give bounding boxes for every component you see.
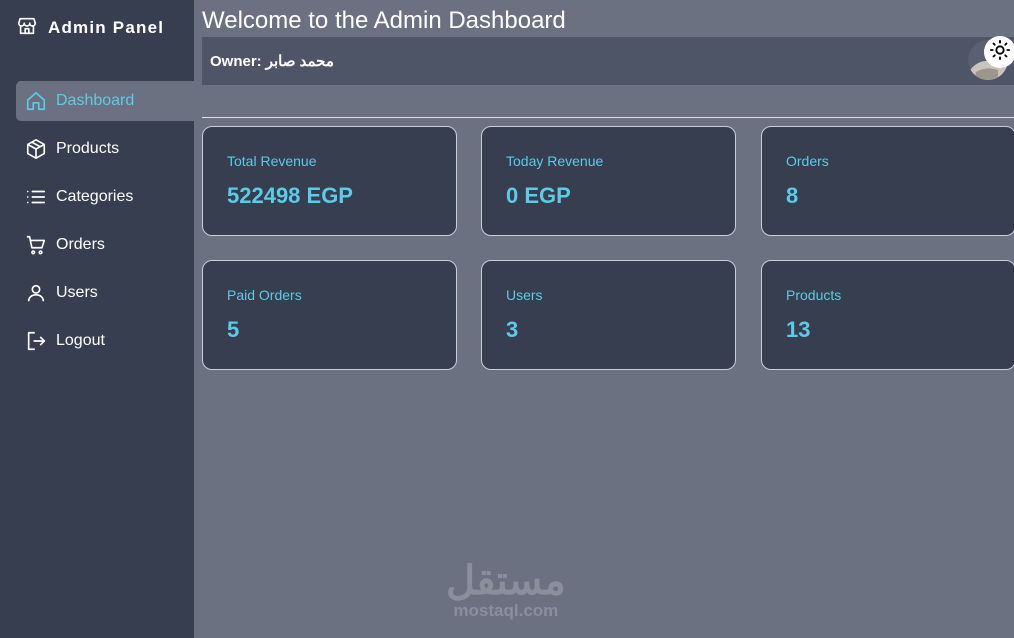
theme-toggle-button[interactable]	[984, 36, 1014, 68]
sidebar-item-label: Categories	[56, 188, 134, 205]
stat-label: Products	[786, 287, 842, 303]
store-icon	[16, 15, 48, 42]
home-icon	[24, 89, 48, 113]
stat-card-orders: Orders 8	[761, 126, 1014, 236]
sidebar-item-logout[interactable]: Logout	[16, 321, 194, 361]
sidebar-item-users[interactable]: Users	[16, 273, 194, 313]
stat-card-users: Users 3	[481, 260, 736, 370]
stat-value: 522498 EGP	[227, 183, 353, 208]
box-icon	[24, 137, 48, 161]
user-icon	[24, 281, 48, 305]
watermark-latin: mostaql.com	[453, 601, 559, 620]
brand: Admin Panel	[16, 15, 164, 41]
stat-value: 5	[227, 317, 240, 342]
sidebar: Admin Panel Dashboard Products Categorie…	[0, 0, 194, 638]
header-divider	[202, 117, 1014, 118]
owner-label: Owner:	[210, 52, 262, 70]
sidebar-item-products[interactable]: Products	[16, 129, 194, 169]
owner-bar: Owner: محمد صابر	[202, 37, 1014, 85]
stat-label: Orders	[786, 153, 829, 169]
page-title: Welcome to the Admin Dashboard	[202, 7, 566, 34]
sun-icon	[989, 39, 1011, 66]
sidebar-item-categories[interactable]: Categories	[16, 177, 194, 217]
sidebar-item-label: Users	[56, 284, 98, 301]
sidebar-item-label: Orders	[56, 236, 105, 253]
stat-card-products: Products 13	[761, 260, 1014, 370]
watermark-arabic: مستقل	[446, 559, 566, 603]
stat-value: 3	[506, 317, 519, 342]
logout-icon	[24, 329, 48, 353]
sidebar-nav: Dashboard Products Categories Orders Use…	[16, 81, 194, 369]
stat-label: Paid Orders	[227, 287, 302, 303]
stat-value: 8	[786, 183, 799, 208]
sidebar-item-label: Products	[56, 140, 120, 157]
brand-title: Admin Panel	[48, 18, 165, 37]
stat-label: Total Revenue	[227, 153, 317, 169]
watermark: مستقل mostaql.com	[446, 560, 566, 620]
stat-label: Today Revenue	[506, 153, 604, 169]
stat-value: 13	[786, 317, 811, 342]
stat-value: 0 EGP	[506, 183, 571, 208]
list-icon	[24, 185, 48, 209]
stat-card-paid-orders: Paid Orders 5	[202, 260, 457, 370]
cart-icon	[24, 233, 48, 257]
sidebar-item-orders[interactable]: Orders	[16, 225, 194, 265]
stat-card-total-revenue: Total Revenue 522498 EGP	[202, 126, 457, 236]
owner-name: محمد صابر	[265, 53, 334, 70]
sidebar-item-label: Dashboard	[56, 92, 135, 109]
sidebar-item-label: Logout	[56, 332, 105, 349]
stat-card-today-revenue: Today Revenue 0 EGP	[481, 126, 736, 236]
stat-label: Users	[506, 287, 543, 303]
sidebar-item-dashboard[interactable]: Dashboard	[16, 81, 194, 121]
